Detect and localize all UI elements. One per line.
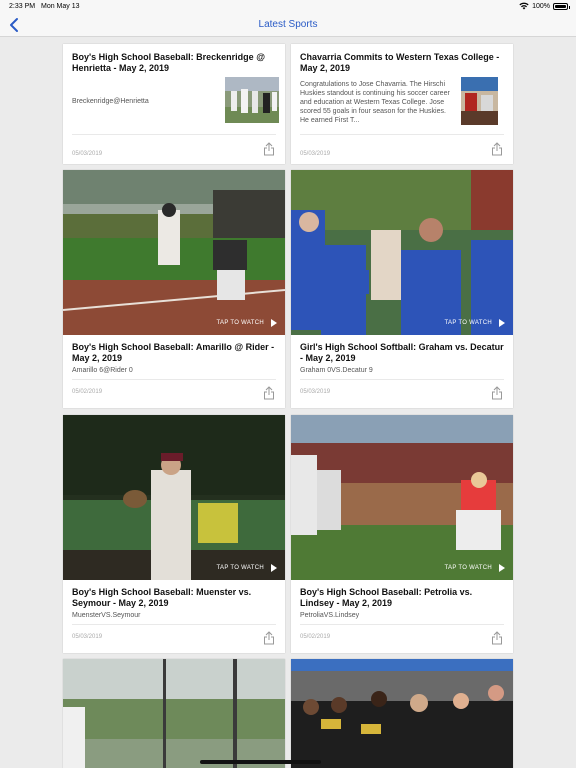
tap-to-watch-label: TAP TO WATCH	[444, 320, 492, 326]
tap-to-watch[interactable]: TAP TO WATCH	[444, 564, 505, 572]
video-thumbnail[interactable]: TAP TO WATCH	[63, 170, 285, 335]
news-feed[interactable]: Boy's High School Baseball: Breckenridge…	[0, 37, 576, 768]
card-date: 05/03/2019	[300, 151, 331, 157]
video-card[interactable]: TAP TO WATCH Boy's High School Baseball:…	[63, 170, 285, 408]
wifi-icon	[519, 2, 529, 10]
card-title: Boy's High School Baseball: Muenster vs.…	[72, 587, 252, 608]
card-divider	[72, 379, 276, 380]
play-icon	[499, 319, 505, 327]
video-thumbnail[interactable]: TAP TO WATCH	[291, 415, 513, 580]
card-divider	[300, 379, 504, 380]
video-thumbnail[interactable]	[63, 659, 285, 768]
share-icon[interactable]	[491, 631, 503, 645]
video-card[interactable]: TAP TO WATCH Boy's High School Baseball:…	[63, 415, 285, 653]
tap-to-watch-label: TAP TO WATCH	[216, 565, 264, 571]
card-title: Girl's High School Softball: Graham vs. …	[300, 342, 504, 363]
news-card[interactable]: Boy's High School Baseball: Breckenridge…	[63, 44, 285, 164]
card-subtitle: MuensterVS.Seymour	[72, 612, 141, 619]
share-icon[interactable]	[491, 142, 503, 156]
nav-bar: Latest Sports	[0, 14, 576, 37]
card-divider	[300, 134, 504, 135]
video-thumbnail[interactable]	[291, 659, 513, 768]
card-title: Boy's High School Baseball: Breckenridge…	[72, 52, 265, 73]
share-icon[interactable]	[263, 386, 275, 400]
card-divider	[72, 134, 276, 135]
video-thumbnail[interactable]: TAP TO WATCH	[291, 170, 513, 335]
card-thumbnail	[225, 77, 279, 123]
page-title: Latest Sports	[258, 19, 318, 30]
home-indicator	[200, 760, 321, 764]
play-icon	[499, 564, 505, 572]
card-date: 05/03/2019	[72, 151, 103, 157]
tap-to-watch[interactable]: TAP TO WATCH	[444, 319, 505, 327]
card-subtitle: Graham 0VS.Decatur 9	[300, 367, 373, 374]
status-time: 2:33 PM	[9, 3, 36, 10]
battery-percent: 100%	[532, 2, 550, 10]
tap-to-watch-label: TAP TO WATCH	[444, 565, 492, 571]
card-subtitle: Breckenridge@Henrietta	[72, 98, 149, 105]
card-title: Chavarria Commits to Western Texas Colle…	[300, 52, 500, 73]
status-bar: 2:33 PM Mon May 13 100%	[0, 0, 576, 14]
card-title: Boy's High School Baseball: Amarillo @ R…	[72, 342, 275, 363]
share-icon[interactable]	[263, 142, 275, 156]
share-icon[interactable]	[491, 386, 503, 400]
card-date: 05/02/2019	[300, 634, 331, 640]
share-icon[interactable]	[263, 631, 275, 645]
video-card[interactable]: TAP TO WATCH Boy's High School Baseball:…	[291, 415, 513, 653]
card-date: 05/03/2019	[300, 389, 331, 395]
card-date: 05/03/2019	[72, 634, 103, 640]
video-card[interactable]	[291, 659, 513, 768]
card-thumbnail	[461, 77, 498, 125]
tap-to-watch-label: TAP TO WATCH	[216, 320, 264, 326]
battery-icon	[553, 2, 570, 10]
video-card[interactable]: TAP TO WATCH Girl's High School Softball…	[291, 170, 513, 408]
card-subtitle: Amarillo 6@Rider 0	[72, 367, 133, 374]
card-divider	[72, 624, 276, 625]
news-card[interactable]: Chavarria Commits to Western Texas Colle…	[291, 44, 513, 164]
card-divider	[300, 624, 504, 625]
status-right: 100%	[519, 2, 570, 10]
card-title: Boy's High School Baseball: Petrolia vs.…	[300, 587, 473, 608]
video-thumbnail[interactable]: TAP TO WATCH	[63, 415, 285, 580]
tap-to-watch[interactable]: TAP TO WATCH	[216, 564, 277, 572]
card-subtitle: Congratulations to Jose Chavarria. The H…	[300, 81, 450, 124]
play-icon	[271, 564, 277, 572]
play-icon	[271, 319, 277, 327]
card-date: 05/02/2019	[72, 389, 103, 395]
video-card[interactable]	[63, 659, 285, 768]
tap-to-watch[interactable]: TAP TO WATCH	[216, 319, 277, 327]
card-subtitle: PetroliaVS.Lindsey	[300, 612, 360, 619]
status-date: Mon May 13	[41, 3, 80, 10]
